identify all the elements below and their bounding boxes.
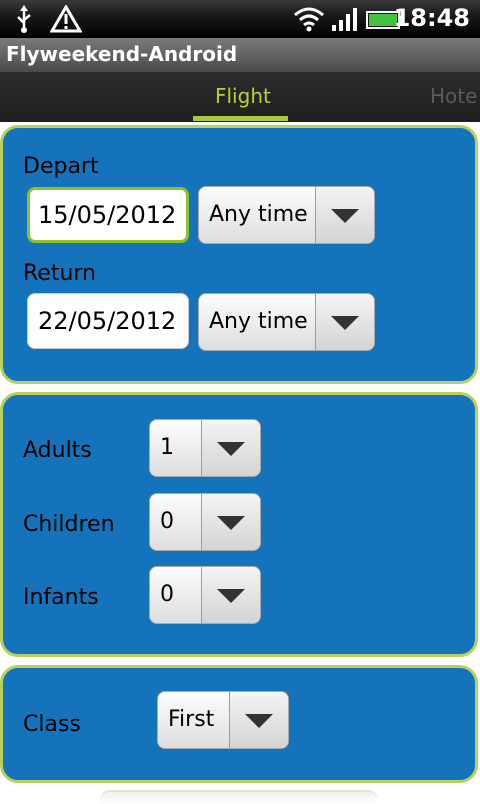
warning-icon	[49, 4, 83, 37]
dates-panel: Depart 15/05/2012 Any time Return 22/05/…	[0, 125, 478, 384]
wifi-icon	[292, 5, 326, 37]
adults-spinner[interactable]: 1	[149, 419, 261, 477]
class-spinner[interactable]: First	[157, 691, 289, 749]
return-time-value: Any time	[209, 309, 308, 334]
depart-label: Depart	[23, 154, 99, 179]
children-spinner[interactable]: 0	[149, 493, 261, 551]
tab-flight[interactable]: Flight	[215, 84, 271, 108]
passengers-panel: Adults 1 Children 0 Infants 0	[0, 392, 478, 657]
return-time-spinner[interactable]: Any time	[198, 293, 375, 351]
children-value: 0	[160, 509, 174, 534]
active-tab-indicator	[193, 116, 288, 121]
infants-label: Infants	[23, 585, 99, 610]
infants-spinner[interactable]: 0	[149, 566, 261, 624]
adults-value: 1	[160, 435, 174, 460]
chevron-down-icon[interactable]	[315, 294, 374, 350]
depart-date-field[interactable]: 15/05/2012	[27, 187, 189, 243]
signal-icon	[330, 5, 360, 37]
usb-icon	[14, 5, 34, 37]
chevron-down-icon[interactable]	[201, 567, 260, 623]
children-label: Children	[23, 512, 115, 537]
tab-hotel[interactable]: Hote	[430, 84, 477, 108]
tab-bar: Flight Hote	[0, 72, 480, 122]
return-label: Return	[23, 261, 97, 286]
chevron-down-icon[interactable]	[201, 420, 260, 476]
clock: 18:48	[393, 4, 470, 32]
class-label: Class	[23, 712, 81, 737]
search-button-partial[interactable]	[100, 790, 378, 804]
status-bar: 18:48	[0, 0, 480, 38]
app-title-bar: Flyweekend-Android	[0, 38, 480, 72]
adults-label: Adults	[23, 438, 92, 463]
class-panel: Class First	[0, 665, 478, 783]
chevron-down-icon[interactable]	[315, 187, 374, 243]
class-value: First	[168, 707, 215, 732]
infants-value: 0	[160, 582, 174, 607]
chevron-down-icon[interactable]	[201, 494, 260, 550]
depart-time-value: Any time	[209, 202, 308, 227]
chevron-down-icon[interactable]	[229, 692, 288, 748]
depart-time-spinner[interactable]: Any time	[198, 186, 375, 244]
return-date-field[interactable]: 22/05/2012	[27, 293, 189, 349]
app-title: Flyweekend-Android	[6, 42, 238, 66]
